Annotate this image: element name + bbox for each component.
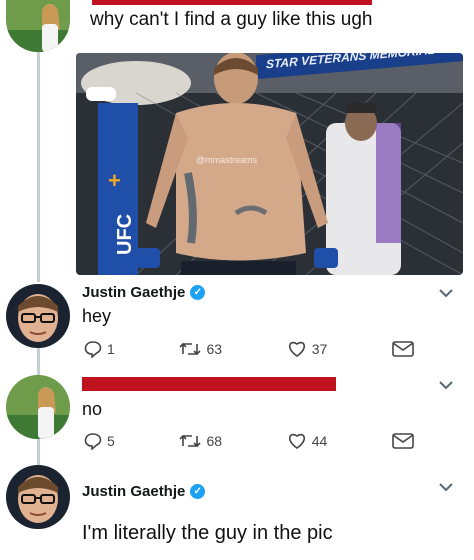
tweet-media-image[interactable]: + UFC STAR VETERANS MEMORIAL @mmastreams xyxy=(76,53,463,275)
like-count: 44 xyxy=(311,433,328,449)
tweet-text: I'm literally the guy in the pic xyxy=(82,522,333,544)
tweet-text: hey xyxy=(82,306,112,326)
dm-button[interactable] xyxy=(392,433,414,449)
display-name[interactable]: Justin Gaethje ✓ xyxy=(82,483,206,500)
thread-line xyxy=(37,435,40,465)
svg-text:+: + xyxy=(108,168,121,193)
display-name[interactable]: Justin Gaethje ✓ xyxy=(82,284,206,301)
action-row: 5 68 44 xyxy=(84,432,414,450)
reply-count: 1 xyxy=(107,341,115,357)
verified-badge-icon: ✓ xyxy=(190,484,206,499)
display-name-text: Justin Gaethje xyxy=(82,284,186,301)
verified-badge-icon: ✓ xyxy=(190,285,206,300)
tweet-text: no xyxy=(82,399,103,419)
thread-line xyxy=(37,345,40,375)
reply-button[interactable]: 1 xyxy=(84,340,115,358)
like-button[interactable]: 37 xyxy=(287,340,328,358)
svg-text:UFC: UFC xyxy=(114,214,136,255)
like-button[interactable]: 44 xyxy=(287,432,328,450)
retweet-count: 68 xyxy=(206,433,223,449)
chevron-down-icon[interactable] xyxy=(438,482,454,492)
thread-line xyxy=(37,52,40,282)
retweet-button[interactable]: 63 xyxy=(179,341,222,357)
reply-icon xyxy=(84,433,102,450)
reply-icon xyxy=(84,341,102,358)
display-name-text: Justin Gaethje xyxy=(82,483,186,500)
retweet-icon xyxy=(179,434,202,448)
reply-count: 5 xyxy=(107,433,115,449)
retweet-button[interactable]: 68 xyxy=(179,433,222,449)
avatar[interactable] xyxy=(6,465,70,529)
chevron-down-icon[interactable] xyxy=(438,288,454,298)
dm-icon xyxy=(392,341,414,357)
chevron-down-icon[interactable] xyxy=(438,380,454,390)
redacted-handle xyxy=(92,0,372,5)
like-icon xyxy=(288,341,305,357)
like-icon xyxy=(288,433,305,449)
retweet-count: 63 xyxy=(206,341,223,357)
tweet-text: why can't I find a guy like this ugh xyxy=(90,9,373,30)
dm-icon xyxy=(392,433,414,449)
avatar[interactable] xyxy=(6,375,70,439)
retweet-icon xyxy=(179,342,202,356)
media-watermark: @mmastreams xyxy=(196,155,258,165)
avatar[interactable] xyxy=(6,284,70,348)
dm-button[interactable] xyxy=(392,341,414,357)
action-row: 1 63 37 xyxy=(84,340,414,358)
like-count: 37 xyxy=(311,341,328,357)
avatar[interactable] xyxy=(6,0,70,52)
reply-button[interactable]: 5 xyxy=(84,432,115,450)
redacted-name xyxy=(82,377,336,391)
